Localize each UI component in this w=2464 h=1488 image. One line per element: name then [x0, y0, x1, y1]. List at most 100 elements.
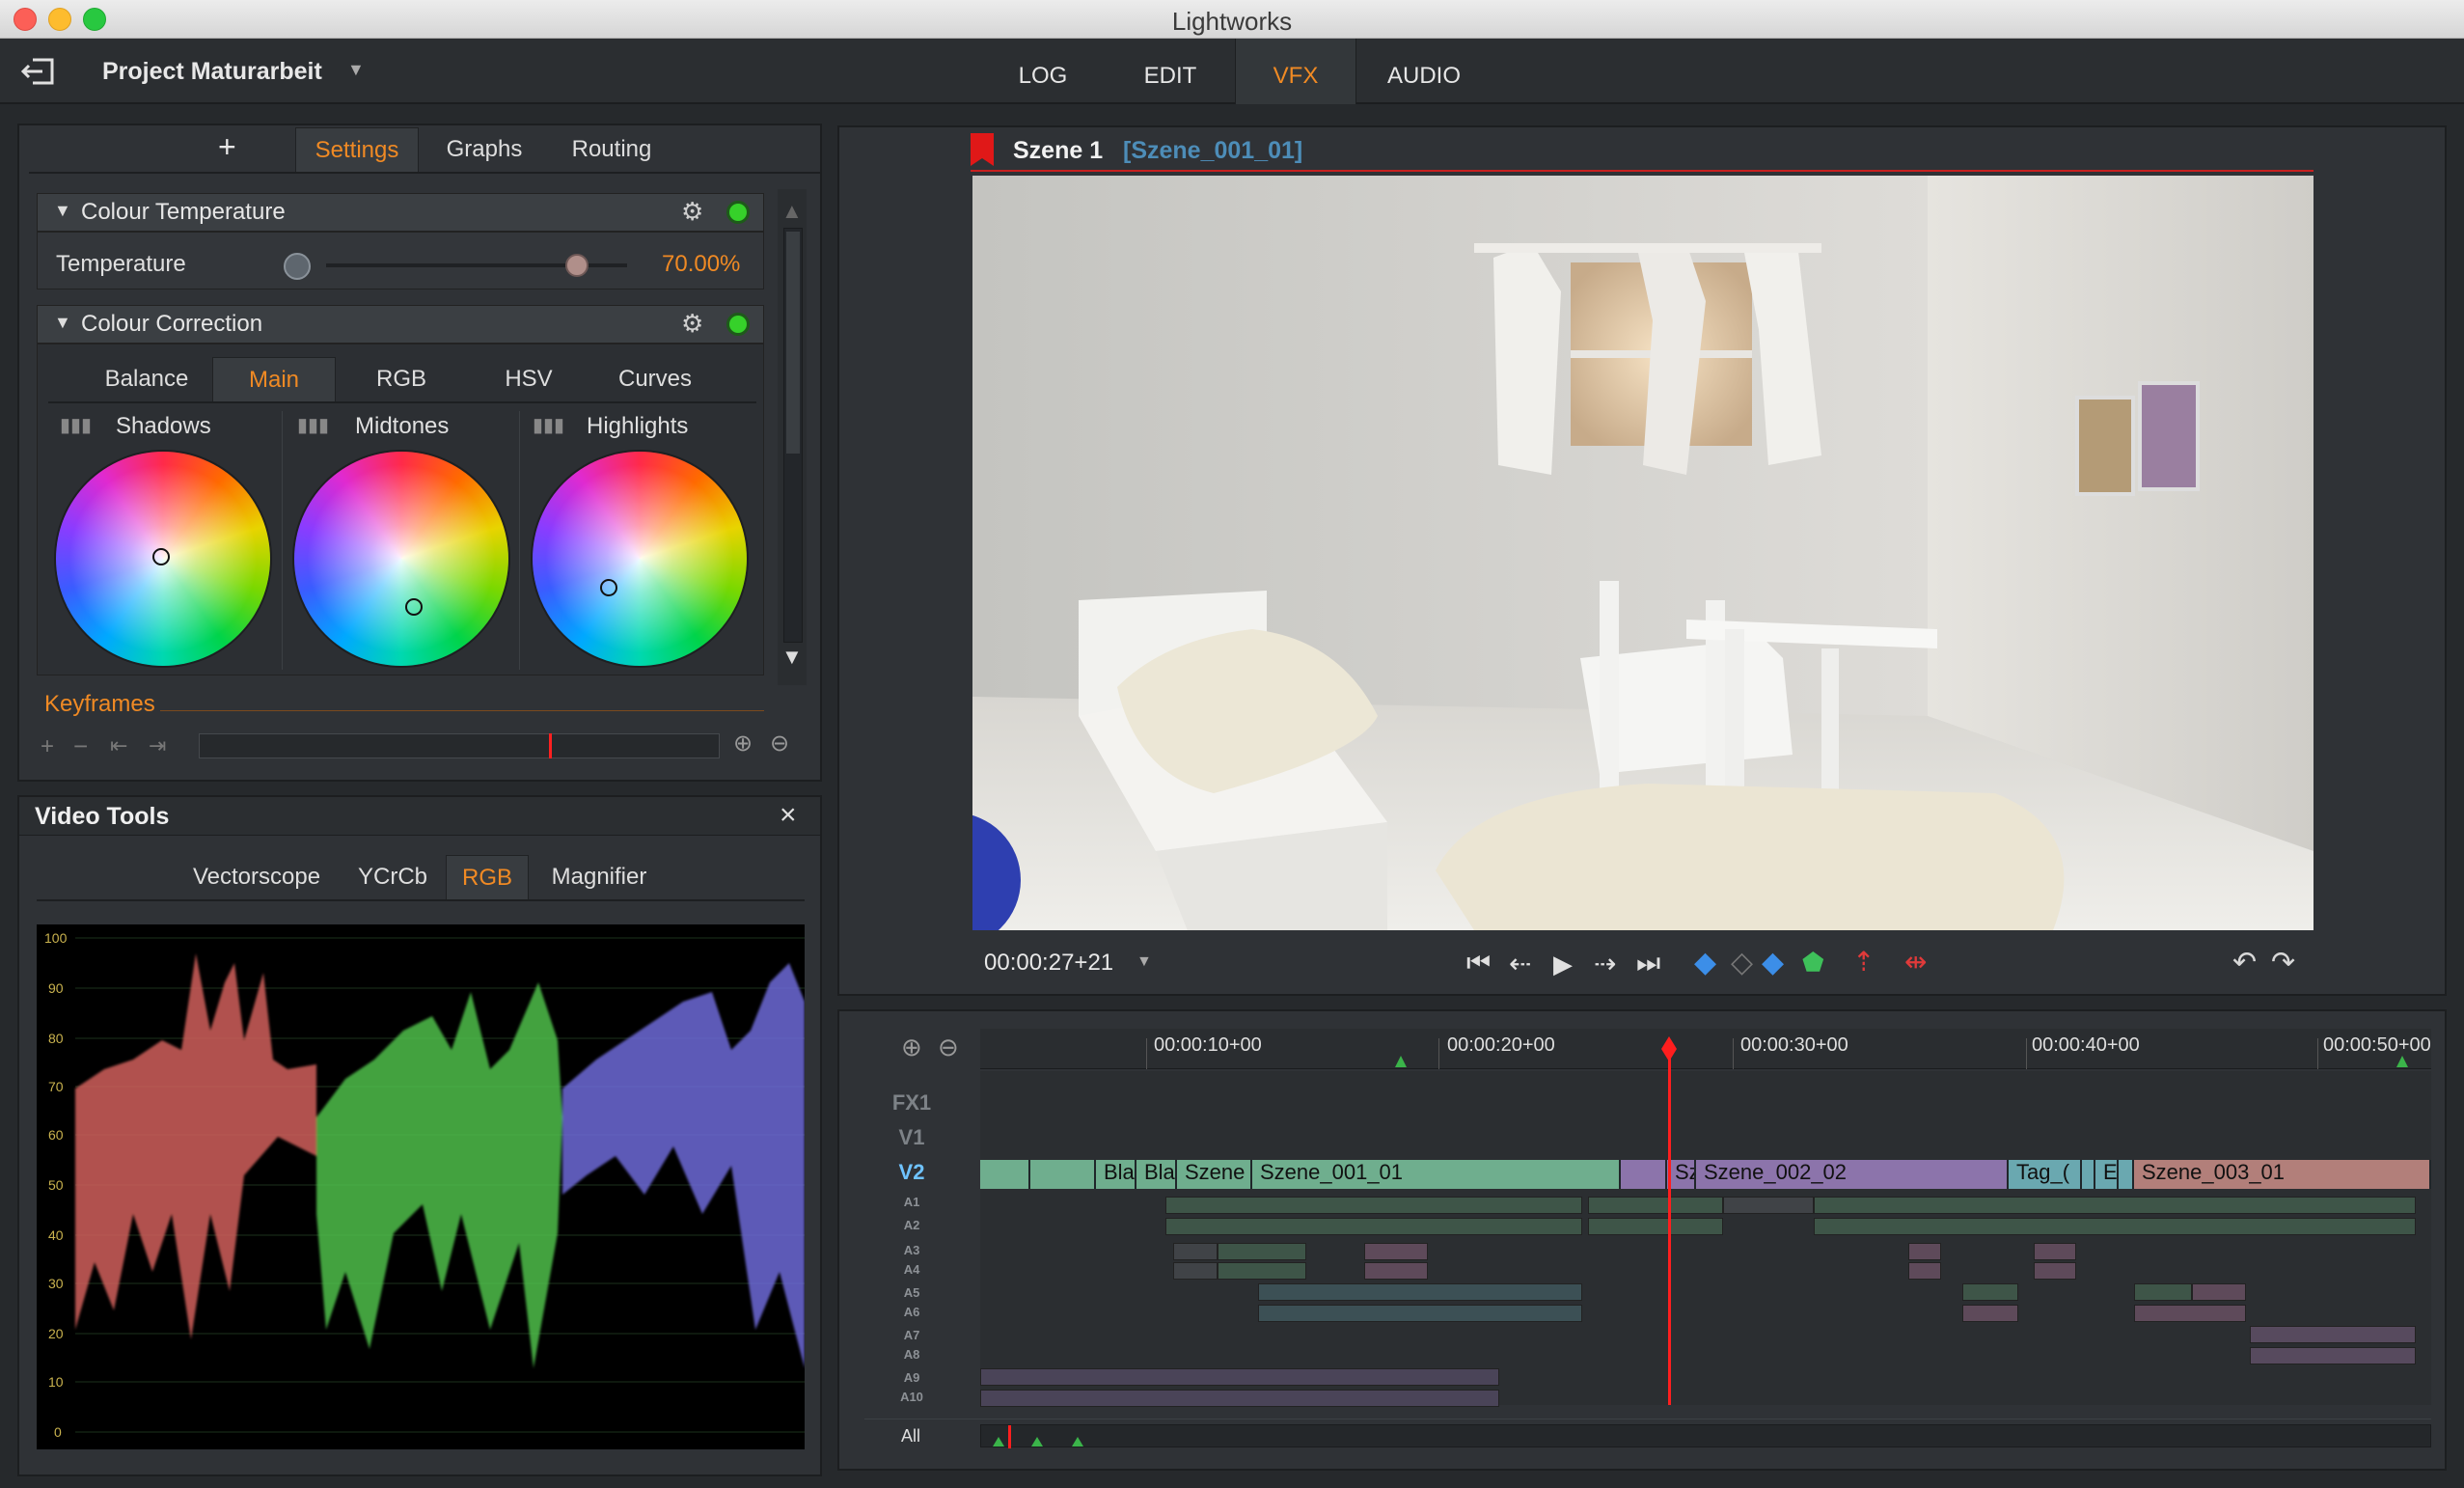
- zoom-out-icon[interactable]: ⊖: [938, 1033, 959, 1062]
- audio-clip[interactable]: [1165, 1197, 1582, 1214]
- remove-keyframe-icon[interactable]: −: [73, 731, 88, 761]
- tab-magnifier[interactable]: Magnifier: [536, 855, 662, 899]
- bookmark-icon[interactable]: [969, 131, 996, 168]
- timeline-playhead[interactable]: [1668, 1040, 1671, 1405]
- add-effect-button[interactable]: +: [218, 129, 236, 165]
- audio-clip[interactable]: [2250, 1347, 2416, 1364]
- track-label-a9[interactable]: A9: [859, 1370, 965, 1385]
- scroll-up-icon[interactable]: ▲: [781, 199, 803, 224]
- track-label-a6[interactable]: A6: [859, 1305, 965, 1319]
- histogram-icon[interactable]: ▮▮▮: [60, 413, 92, 437]
- reset-icon[interactable]: [284, 253, 311, 280]
- track-label-a7[interactable]: A7: [859, 1328, 965, 1342]
- mark-in-icon[interactable]: ◆: [1694, 946, 1716, 979]
- tab-graphs[interactable]: Graphs: [428, 127, 540, 172]
- audio-clip[interactable]: [1908, 1243, 1941, 1260]
- tab-hsv[interactable]: HSV: [471, 357, 587, 401]
- tab-rgb[interactable]: RGB: [343, 357, 459, 401]
- timeline-clip[interactable]: Szene_002_02: [1696, 1160, 2009, 1189]
- audio-clip[interactable]: [1908, 1262, 1941, 1280]
- lift-icon[interactable]: ⇡: [1852, 946, 1875, 978]
- keyframe-track[interactable]: [199, 733, 720, 758]
- audio-clip[interactable]: [1218, 1262, 1306, 1280]
- tab-vfx[interactable]: VFX: [1235, 39, 1356, 104]
- audio-clip[interactable]: [2250, 1326, 2416, 1343]
- track-label-a8[interactable]: A8: [859, 1347, 965, 1362]
- audio-clip[interactable]: [1165, 1218, 1582, 1235]
- audio-clip[interactable]: [1723, 1197, 1814, 1214]
- timeline-clip[interactable]: [2119, 1160, 2134, 1189]
- remove-icon[interactable]: ⇹: [1904, 946, 1927, 978]
- audio-clip[interactable]: [2034, 1243, 2076, 1260]
- zoom-in-icon[interactable]: ⊕: [733, 730, 753, 758]
- scroll-thumb[interactable]: [786, 232, 800, 454]
- step-forward-icon[interactable]: ⇢: [1594, 948, 1616, 979]
- go-to-start-icon[interactable]: ⏮: [1466, 948, 1491, 979]
- audio-clip[interactable]: [1173, 1243, 1218, 1260]
- undo-icon[interactable]: ↶: [2232, 946, 2257, 979]
- timecode-dropdown-icon[interactable]: ▼: [1136, 953, 1152, 971]
- audio-clip[interactable]: [1588, 1218, 1723, 1235]
- close-icon[interactable]: ×: [780, 799, 797, 832]
- collapse-arrow-icon[interactable]: ▼: [54, 313, 71, 333]
- tab-vectorscope[interactable]: Vectorscope: [179, 855, 334, 899]
- redo-icon[interactable]: ↷: [2271, 946, 2295, 979]
- timeline-clip[interactable]: [980, 1160, 1030, 1189]
- gear-icon[interactable]: ⚙: [681, 197, 703, 227]
- tab-main[interactable]: Main: [212, 357, 336, 401]
- track-label-v1[interactable]: V1: [859, 1125, 965, 1150]
- histogram-icon[interactable]: ▮▮▮: [297, 413, 329, 437]
- tab-rgb-scope[interactable]: RGB: [446, 855, 529, 899]
- audio-clip[interactable]: [1258, 1305, 1582, 1322]
- track-label-v2[interactable]: V2: [859, 1160, 965, 1185]
- tab-edit[interactable]: EDIT: [1117, 39, 1223, 104]
- highlights-wheel-handle[interactable]: [600, 579, 617, 596]
- audio-clip[interactable]: [1258, 1283, 1582, 1301]
- timeline-clip[interactable]: Tag_(: [2009, 1160, 2082, 1189]
- audio-clip[interactable]: [1173, 1262, 1218, 1280]
- effect-enabled-icon[interactable]: [729, 316, 747, 333]
- play-icon[interactable]: ▶: [1553, 950, 1573, 979]
- track-label-a4[interactable]: A4: [859, 1262, 965, 1277]
- effects-scrollbar[interactable]: [778, 189, 807, 685]
- previous-keyframe-icon[interactable]: ⇤: [110, 733, 127, 758]
- add-keyframe-icon[interactable]: +: [41, 733, 54, 760]
- midtones-colour-wheel[interactable]: [294, 452, 508, 666]
- timeline-clip[interactable]: Szene: [1177, 1160, 1252, 1189]
- audio-clip[interactable]: [2134, 1305, 2246, 1322]
- temperature-slider-thumb[interactable]: [565, 254, 589, 277]
- audio-clip[interactable]: [1364, 1243, 1428, 1260]
- timeline-clip[interactable]: Bla: [1096, 1160, 1136, 1189]
- shadows-wheel-handle[interactable]: [152, 548, 170, 565]
- audio-clip[interactable]: [1814, 1197, 2416, 1214]
- project-dropdown-icon[interactable]: ▼: [347, 60, 365, 80]
- audio-clip[interactable]: [980, 1368, 1499, 1386]
- scroll-down-icon[interactable]: ▼: [781, 645, 803, 670]
- audio-clip[interactable]: [1218, 1243, 1306, 1260]
- tab-routing[interactable]: Routing: [552, 127, 671, 172]
- step-back-icon[interactable]: ⇠: [1509, 948, 1531, 979]
- mark-icon[interactable]: ◇: [1731, 946, 1753, 979]
- audio-clip[interactable]: [2134, 1283, 2192, 1301]
- zoom-out-icon[interactable]: ⊖: [770, 730, 789, 758]
- effect-enabled-icon[interactable]: [729, 204, 747, 221]
- tab-curves[interactable]: Curves: [592, 357, 718, 401]
- zoom-in-icon[interactable]: ⊕: [901, 1033, 922, 1062]
- gear-icon[interactable]: ⚙: [681, 309, 703, 339]
- timeline-clip[interactable]: [2082, 1160, 2095, 1189]
- all-tracks-label[interactable]: All: [901, 1426, 920, 1447]
- timeline-clip[interactable]: [1621, 1160, 1667, 1189]
- tab-balance[interactable]: Balance: [87, 357, 206, 401]
- tab-settings[interactable]: Settings: [295, 127, 419, 172]
- audio-clip[interactable]: [1364, 1262, 1428, 1280]
- timeline-clip[interactable]: Szene_001_01: [1252, 1160, 1621, 1189]
- exit-project-icon[interactable]: [19, 56, 58, 87]
- midtones-wheel-handle[interactable]: [405, 598, 423, 616]
- temperature-value[interactable]: 70.00%: [662, 251, 740, 278]
- highlights-colour-wheel[interactable]: [533, 452, 747, 666]
- track-label-fx1[interactable]: FX1: [859, 1090, 965, 1116]
- audio-clip[interactable]: [980, 1390, 1499, 1407]
- next-keyframe-icon[interactable]: ⇥: [149, 733, 166, 758]
- timeline-clip[interactable]: Szene_003_01: [2134, 1160, 2431, 1189]
- timeline-clip[interactable]: Sz: [1667, 1160, 1696, 1189]
